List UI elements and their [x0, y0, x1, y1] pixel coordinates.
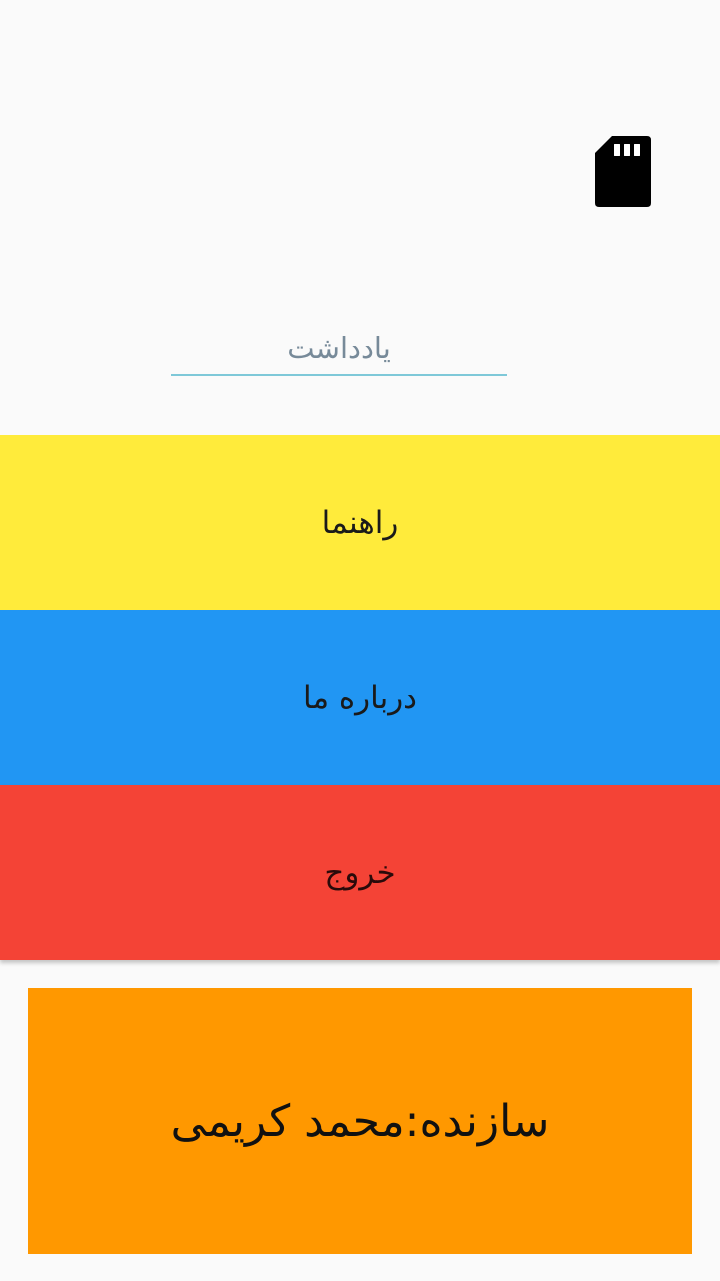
note-field-label: یادداشت: [287, 331, 391, 365]
help-button[interactable]: راهنما: [0, 435, 720, 610]
creator-text: سازنده:محمد کریمی: [170, 1095, 550, 1147]
help-button-label: راهنما: [321, 504, 399, 541]
note-field[interactable]: یادداشت: [171, 322, 507, 376]
about-button[interactable]: درباره ما: [0, 610, 720, 785]
about-button-label: درباره ما: [303, 679, 417, 716]
exit-button-label: خروج: [324, 854, 396, 891]
exit-button[interactable]: خروج: [0, 785, 720, 960]
sd-card-icon[interactable]: [594, 135, 652, 208]
creator-banner: سازنده:محمد کریمی: [28, 988, 692, 1254]
